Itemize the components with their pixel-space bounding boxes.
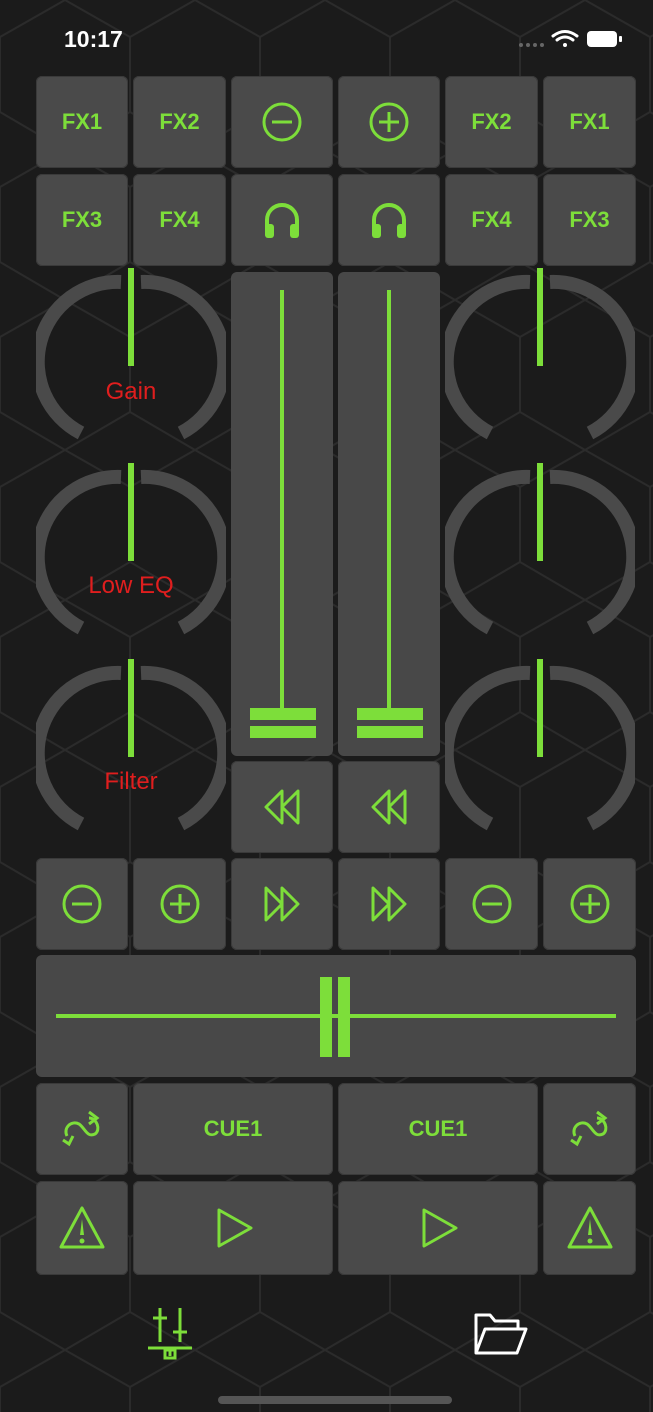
- gain-label: Gain: [105, 378, 157, 405]
- loop-right-button[interactable]: [543, 1083, 636, 1175]
- fx1-left-button[interactable]: FX1: [36, 76, 128, 168]
- minus-icon: [262, 102, 302, 142]
- headphones-left-button[interactable]: [231, 174, 333, 266]
- play-left-button[interactable]: [133, 1181, 333, 1275]
- fast-forward-right-button[interactable]: [338, 858, 440, 950]
- plus-left-button[interactable]: [133, 858, 226, 950]
- low-eq-knob-left[interactable]: [36, 463, 226, 653]
- loop-left-button[interactable]: [36, 1083, 128, 1175]
- rewind-icon: [264, 789, 300, 825]
- cue-left-button[interactable]: CUE1: [133, 1083, 333, 1175]
- fast-forward-left-button[interactable]: [231, 858, 333, 950]
- tab-mixer[interactable]: [140, 1302, 200, 1362]
- warning-left-button[interactable]: [36, 1181, 128, 1275]
- status-icons: [509, 28, 629, 54]
- wifi-icon: [551, 30, 579, 47]
- fx3-left-button[interactable]: FX3: [36, 174, 128, 266]
- warning-right-button[interactable]: [543, 1181, 636, 1275]
- headphones-icon: [372, 203, 406, 238]
- fader-track: [250, 290, 316, 738]
- status-time: 10:17: [64, 26, 123, 52]
- filter-knob-left[interactable]: [36, 659, 226, 849]
- play-icon: [217, 1208, 253, 1248]
- gain-knob-right[interactable]: [445, 268, 635, 458]
- minus-icon: [472, 884, 511, 924]
- fx3-right-button[interactable]: FX3: [543, 174, 636, 266]
- fader-track: [357, 290, 423, 738]
- play-right-button[interactable]: [338, 1181, 538, 1275]
- tab-files[interactable]: [470, 1305, 530, 1361]
- signal-icon: [519, 43, 544, 47]
- fx4-right-button[interactable]: FX4: [445, 174, 538, 266]
- fx2-right-button[interactable]: FX2: [445, 76, 538, 168]
- crossfader-track: [56, 977, 616, 1057]
- warning-icon: [59, 1206, 105, 1249]
- rewind-icon: [371, 789, 407, 825]
- fx1-right-button[interactable]: FX1: [543, 76, 636, 168]
- battery-icon: [587, 31, 622, 47]
- volume-fader-left[interactable]: [231, 272, 333, 756]
- loop-icon: [62, 1110, 100, 1147]
- volume-fader-right[interactable]: [338, 272, 440, 756]
- folder-icon: [474, 1313, 528, 1355]
- fx2-left-button[interactable]: FX2: [133, 76, 226, 168]
- fader-handle: [357, 708, 423, 720]
- headphones-icon: [265, 203, 299, 238]
- play-icon: [422, 1208, 458, 1248]
- headphones-right-button[interactable]: [338, 174, 440, 266]
- fast-forward-icon: [264, 886, 300, 922]
- loop-icon: [569, 1110, 607, 1147]
- crossfader-handle: [320, 977, 332, 1057]
- minus-right-button[interactable]: [445, 858, 538, 950]
- fast-forward-icon: [371, 886, 407, 922]
- plus-icon: [570, 884, 609, 924]
- crossfader[interactable]: [36, 955, 636, 1077]
- plus-right-button[interactable]: [543, 858, 636, 950]
- warning-icon: [567, 1206, 612, 1249]
- fx4-left-button[interactable]: FX4: [133, 174, 226, 266]
- home-indicator: [218, 1396, 452, 1404]
- rewind-left-button[interactable]: [231, 761, 333, 853]
- pitch-plus-right-button[interactable]: [338, 76, 440, 168]
- rewind-right-button[interactable]: [338, 761, 440, 853]
- low-eq-label: Low EQ: [88, 572, 174, 599]
- pitch-minus-left-button[interactable]: [231, 76, 333, 168]
- minus-icon: [62, 884, 102, 924]
- filter-knob-right[interactable]: [445, 659, 635, 849]
- mixer-icon: [148, 1308, 192, 1360]
- cue-right-button[interactable]: CUE1: [338, 1083, 538, 1175]
- minus-left-button[interactable]: [36, 858, 128, 950]
- filter-label: Filter: [104, 768, 158, 795]
- fader-handle: [250, 708, 316, 720]
- low-eq-knob-right[interactable]: [445, 463, 635, 653]
- plus-icon: [369, 102, 409, 142]
- plus-icon: [160, 884, 199, 924]
- gain-knob-left[interactable]: [36, 268, 226, 458]
